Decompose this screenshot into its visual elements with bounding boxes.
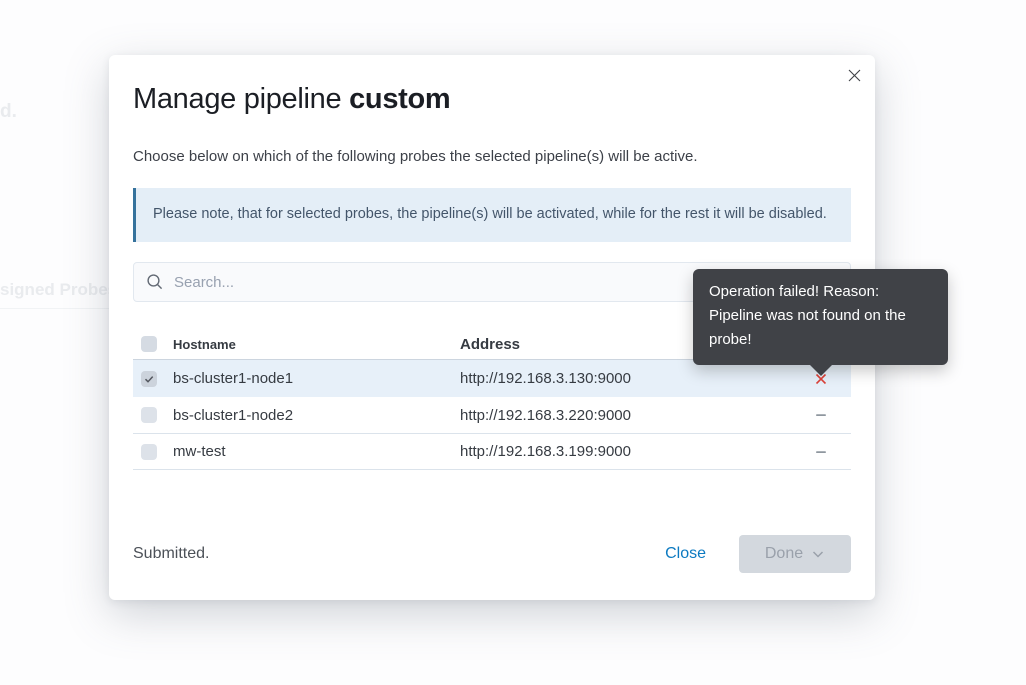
tooltip-arrow: [809, 364, 833, 376]
background-ghost-label: signed Probes: [0, 280, 118, 299]
pipeline-name: custom: [349, 83, 451, 115]
dash-icon: [809, 445, 833, 459]
table-row[interactable]: mw-test http://192.168.3.199:9000: [133, 433, 851, 470]
tooltip-line: Operation failed! Reason:: [709, 283, 880, 300]
chevron-down-icon: [813, 551, 824, 558]
address-cell: http://192.168.3.199:9000: [460, 443, 631, 460]
check-icon: [144, 375, 154, 383]
status-text: Submitted.: [133, 545, 210, 562]
callout-text: Please note, that for selected probes, t…: [153, 206, 827, 222]
dash-icon: [809, 408, 833, 422]
done-button[interactable]: Done: [739, 535, 851, 573]
background-ghost-text: d.: [0, 101, 17, 122]
background-ghost-divider: [0, 308, 112, 309]
done-button-label: Done: [764, 545, 804, 562]
address-cell: http://192.168.3.220:9000: [460, 406, 631, 424]
modal-description: Choose below on which of the following p…: [133, 148, 698, 165]
close-icon[interactable]: [842, 63, 866, 87]
hostname-cell: mw-test: [173, 443, 226, 460]
table-row[interactable]: bs-cluster1-node1 http://192.168.3.130:9…: [133, 360, 851, 397]
hostname-cell: bs-cluster1-node2: [173, 406, 294, 424]
tooltip-line: Pipeline was not found on the: [709, 307, 906, 324]
select-all-checkbox[interactable]: [141, 336, 157, 352]
row-checkbox[interactable]: [141, 407, 157, 423]
row-checkbox-checked[interactable]: [141, 370, 157, 387]
info-callout: Please note, that for selected probes, t…: [133, 188, 851, 242]
error-tooltip: Operation failed! Reason: Pipeline was n…: [693, 269, 948, 376]
row-checkbox[interactable]: [141, 443, 157, 460]
page-title: Manage pipeline custom: [133, 83, 451, 115]
tooltip-line: probe!: [709, 331, 752, 348]
search-icon: [146, 273, 164, 291]
table-row[interactable]: bs-cluster1-node2 http://192.168.3.220:9…: [133, 397, 851, 434]
address-cell: http://192.168.3.130:9000: [460, 370, 631, 387]
modal-footer: Submitted. Close Done: [133, 535, 851, 573]
column-header-hostname: Hostname: [173, 336, 236, 352]
hostname-cell: bs-cluster1-node1: [173, 370, 294, 387]
close-button[interactable]: Close: [665, 545, 706, 563]
